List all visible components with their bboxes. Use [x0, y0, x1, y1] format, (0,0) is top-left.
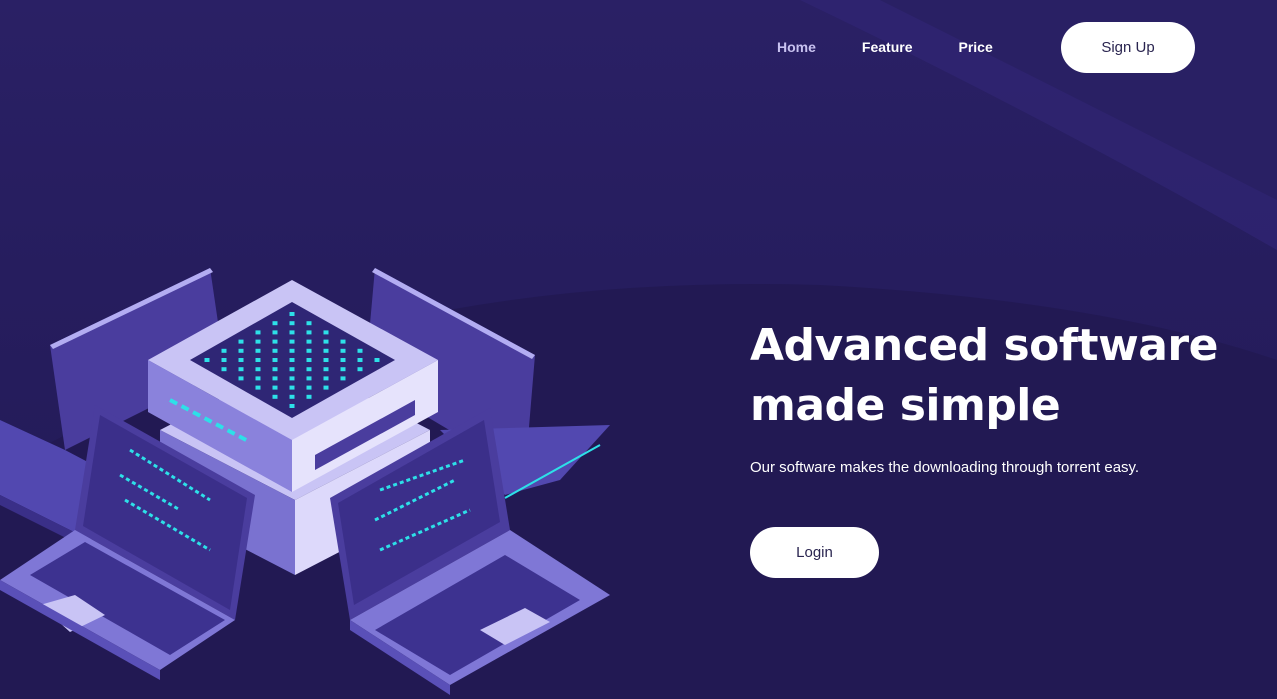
led-dot — [238, 339, 244, 344]
led-dot — [255, 339, 261, 344]
nav-feature-link[interactable]: Feature — [862, 39, 913, 55]
led-dot — [221, 367, 227, 372]
led-dot — [289, 404, 295, 408]
led-dot — [323, 330, 329, 335]
led-dot — [289, 394, 295, 399]
led-dot — [306, 385, 312, 390]
led-dot — [289, 312, 295, 316]
led-dot — [340, 367, 346, 372]
led-dot — [323, 376, 329, 381]
led-dot — [255, 358, 261, 362]
led-dot — [306, 394, 312, 399]
led-dot — [289, 321, 295, 326]
led-dot — [306, 367, 312, 372]
led-dot — [255, 330, 261, 335]
led-dot — [289, 330, 295, 335]
led-dot — [374, 358, 380, 362]
led-dot — [306, 339, 312, 344]
led-dot — [289, 385, 295, 390]
led-dot — [221, 348, 227, 353]
led-dot — [272, 385, 278, 390]
led-dot — [255, 367, 261, 372]
led-dot — [340, 358, 346, 362]
led-dot — [289, 348, 295, 353]
led-dot — [272, 394, 278, 399]
led-dot — [340, 376, 346, 381]
led-dot — [272, 376, 278, 381]
led-dot — [272, 348, 278, 353]
led-dot — [306, 330, 312, 335]
led-dot — [238, 358, 244, 362]
led-dot — [272, 358, 278, 362]
led-dot — [272, 339, 278, 344]
led-dot — [306, 321, 312, 326]
led-dot — [289, 376, 295, 381]
led-dot — [323, 339, 329, 344]
led-dot — [255, 385, 261, 390]
led-dot — [221, 358, 227, 362]
led-dot — [289, 339, 295, 344]
signup-button[interactable]: Sign Up — [1061, 22, 1195, 73]
led-dot — [323, 348, 329, 353]
nav-home-link[interactable]: Home — [777, 39, 816, 55]
server-laptops-illustration — [0, 268, 610, 695]
led-dot — [238, 376, 244, 381]
led-dot — [323, 385, 329, 390]
led-dot — [323, 367, 329, 372]
hero-title: Advanced software made simple — [750, 320, 1218, 431]
led-dot — [238, 367, 244, 372]
led-dot — [357, 358, 363, 362]
led-dot — [340, 348, 346, 353]
led-dot — [272, 330, 278, 335]
led-dot — [323, 358, 329, 362]
login-button[interactable]: Login — [750, 527, 879, 578]
led-dot — [306, 348, 312, 353]
hero-subtitle: Our software makes the downloading throu… — [750, 459, 1140, 476]
led-dot — [272, 321, 278, 326]
led-dot — [238, 348, 244, 353]
landing-page: Home Feature Price Sign Up Advanced soft… — [0, 0, 1277, 699]
led-dot — [306, 358, 312, 362]
main-nav: Home Feature Price — [760, 22, 993, 72]
led-dot — [204, 358, 210, 362]
led-dot — [289, 358, 295, 362]
led-dot — [255, 376, 261, 381]
nav-price-link[interactable]: Price — [958, 39, 992, 55]
led-dot — [289, 367, 295, 372]
led-dot — [255, 348, 261, 353]
led-dot — [272, 367, 278, 372]
led-dot — [340, 339, 346, 344]
led-dot — [306, 376, 312, 381]
led-dot — [357, 348, 363, 353]
led-dot — [357, 367, 363, 372]
